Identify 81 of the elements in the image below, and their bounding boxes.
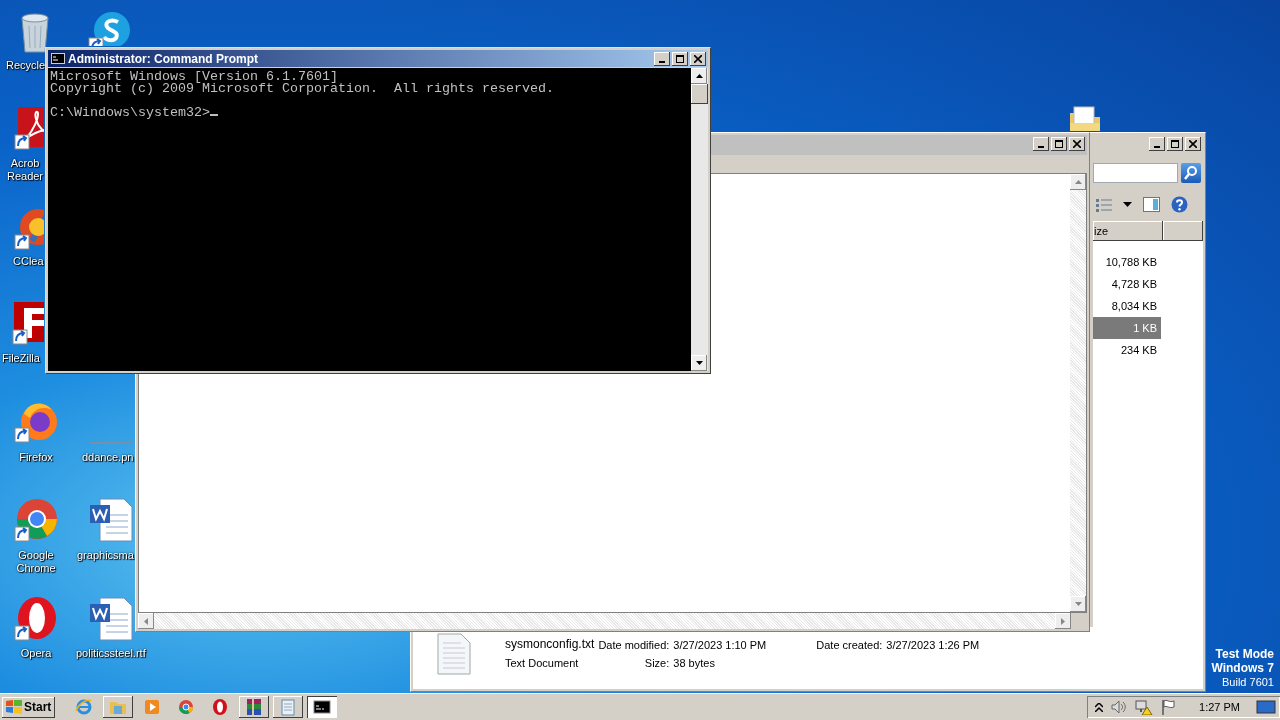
search-button[interactable] <box>1181 163 1201 183</box>
flag-icon[interactable] <box>1161 699 1176 715</box>
search-icon <box>1183 165 1199 181</box>
minimize-button[interactable] <box>654 51 670 66</box>
desktop-icon-label[interactable]: CClea <box>13 255 44 268</box>
clock[interactable]: 1:27 PM <box>1199 701 1240 713</box>
console-output: Copyright (c) 2009 Microsoft Corporation. All rights reserved. <box>50 83 554 95</box>
test-mode-notice: Test Mode <box>1215 647 1274 661</box>
close-icon <box>1073 140 1081 148</box>
minimize-icon <box>1154 146 1160 148</box>
volume-icon[interactable] <box>1111 700 1128 714</box>
scrollbar-thumb[interactable] <box>691 84 708 104</box>
maximize-button[interactable] <box>672 51 688 66</box>
start-button[interactable]: Start <box>2 696 56 718</box>
file-name: sysmonconfig.txt <box>505 637 595 651</box>
text-cursor <box>210 114 218 116</box>
scroll-right-icon[interactable] <box>1061 617 1065 625</box>
notepad-icon[interactable] <box>273 696 304 718</box>
scroll-up-icon[interactable] <box>695 74 703 78</box>
maximize-button[interactable] <box>1051 137 1067 151</box>
close-button[interactable] <box>1069 137 1085 151</box>
command-prompt-icon <box>51 53 65 64</box>
minimize-button[interactable] <box>1033 137 1049 151</box>
property-value: 3/27/2023 1:10 PM <box>673 639 767 651</box>
horizontal-scrollbar[interactable] <box>138 613 1071 629</box>
file-type: Text Document <box>505 657 580 669</box>
maximize-icon <box>1171 140 1179 148</box>
desktop-icon-label[interactable]: FileZilla <box>2 352 44 365</box>
folder-icon[interactable] <box>103 696 134 718</box>
show-desktop-icon[interactable] <box>1256 699 1276 715</box>
view-options-icon[interactable] <box>1096 197 1112 212</box>
test-mode-notice: Windows 7 <box>1211 661 1274 675</box>
maximize-button[interactable] <box>1167 137 1183 151</box>
windows-logo-icon <box>6 700 22 714</box>
maximize-icon <box>676 54 684 63</box>
test-mode-notice: Build 7601 <box>1222 675 1274 689</box>
close-button[interactable] <box>1185 137 1201 151</box>
file-size-cell[interactable]: 234 KB <box>1093 339 1161 361</box>
document-icon[interactable] <box>88 497 134 543</box>
desktop-icon-label[interactable]: Firefox <box>0 451 72 464</box>
filezilla-icon[interactable] <box>12 300 44 346</box>
search-field[interactable] <box>1093 163 1178 183</box>
minimize-button[interactable] <box>1149 137 1165 151</box>
file-size-cell[interactable]: 10,788 KB <box>1093 251 1161 273</box>
desktop-icon-label[interactable]: politicssteel.rtf <box>76 647 156 660</box>
preview-pane-icon[interactable] <box>1143 197 1160 212</box>
console-area[interactable]: Microsoft Windows [Version 6.1.7601] Copyright (c) 2009 Microsoft Corporation. All rights reserved. C:\Windows\system32> <box>48 68 691 371</box>
vertical-scrollbar[interactable] <box>691 68 708 371</box>
scroll-left-icon[interactable] <box>144 617 148 625</box>
file-size-cell[interactable]: 1 KB <box>1093 317 1161 339</box>
scroll-down-icon[interactable] <box>695 361 703 365</box>
dropdown-caret-icon[interactable] <box>1123 202 1132 207</box>
property-label: Date created: <box>816 639 883 651</box>
desktop-icon-label[interactable]: Recycle <box>6 59 44 72</box>
command-prompt-icon[interactable] <box>307 696 338 718</box>
maximize-icon <box>1055 140 1063 148</box>
desktop-icon-label[interactable]: Opera <box>0 647 72 660</box>
close-button[interactable] <box>690 51 706 66</box>
network-icon[interactable] <box>1135 699 1154 715</box>
desktop-icon-label[interactable]: Acrob Reader <box>6 157 44 183</box>
close-icon <box>1189 140 1197 148</box>
file-size-cell[interactable]: 4,728 KB <box>1093 273 1161 295</box>
property-value: 38 bytes <box>673 657 716 669</box>
property-label: Date modified: <box>598 639 670 651</box>
help-icon[interactable] <box>1171 196 1188 213</box>
pdf-reader-icon[interactable] <box>14 105 44 151</box>
property-value: 3/27/2023 1:26 PM <box>886 639 980 651</box>
minimize-icon <box>1038 146 1044 148</box>
chrome-icon[interactable] <box>14 497 60 543</box>
column-header[interactable]: ize <box>1093 221 1163 241</box>
show-hidden-icons-icon[interactable] <box>1095 702 1104 712</box>
window-title: Administrator: Command Prompt <box>68 51 259 66</box>
archive-icon[interactable] <box>239 696 270 718</box>
document-icon[interactable] <box>88 596 134 642</box>
close-icon <box>694 54 702 63</box>
property-label: Size: <box>643 657 670 669</box>
console-prompt: C:\Windows\system32> <box>50 107 210 119</box>
console-output: Microsoft Windows [Version 6.1.7601] <box>50 71 338 83</box>
file-size-cell[interactable]: 8,034 KB <box>1093 295 1161 317</box>
minimize-icon <box>659 60 665 63</box>
column-header[interactable] <box>1163 221 1203 241</box>
